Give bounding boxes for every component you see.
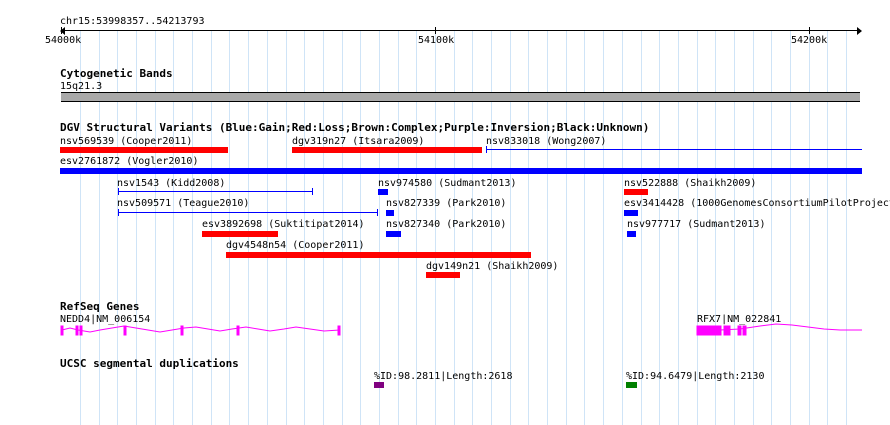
gene-exon <box>180 325 184 336</box>
gene-exon <box>696 325 722 336</box>
gene-intron-line <box>697 323 862 331</box>
gene-exon <box>79 325 83 336</box>
segdup-feature[interactable] <box>626 382 637 388</box>
gene-exon <box>75 325 79 336</box>
genome-browser-view: chr15:53998357..54213793 54000k 54100k 5… <box>0 0 890 425</box>
gene-exon <box>737 325 742 336</box>
gene-exon <box>60 325 64 336</box>
gene-exon <box>236 325 240 336</box>
gene-intron-line <box>61 325 341 333</box>
gene-model-rfx7[interactable] <box>696 323 862 336</box>
gene-exon <box>123 325 127 336</box>
gene-exon <box>337 325 341 336</box>
segdup-feature-label: %ID:98.2811|Length:2618 <box>374 371 513 382</box>
gene-exon <box>742 325 747 336</box>
segdup-track-title: UCSC segmental duplications <box>60 357 239 370</box>
segdup-feature-label: %ID:94.6479|Length:2130 <box>626 371 765 382</box>
gene-exon <box>723 325 731 336</box>
gene-model-nedd4[interactable] <box>60 325 341 336</box>
segdup-feature[interactable] <box>374 382 384 388</box>
